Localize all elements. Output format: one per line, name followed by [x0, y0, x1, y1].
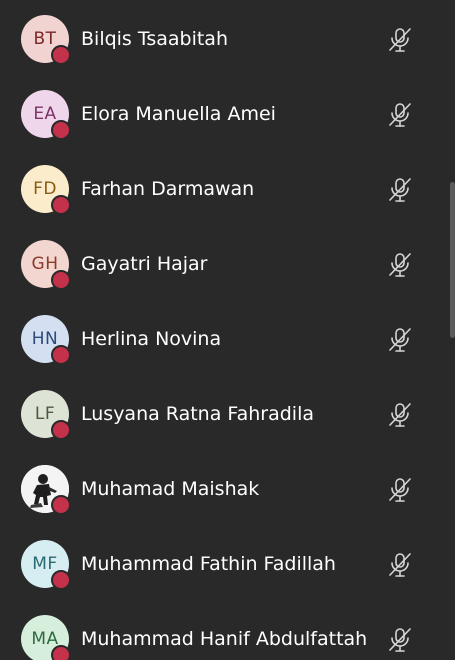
muted-mic-icon[interactable] — [387, 476, 413, 504]
participant-row[interactable]: LF Lusyana Ratna Fahradila — [0, 377, 448, 452]
participant-name: Herlina Novina — [81, 328, 222, 350]
muted-mic-icon[interactable] — [387, 401, 413, 429]
status-busy-icon — [51, 195, 71, 215]
status-busy-icon — [51, 570, 71, 590]
avatar-initials: MA — [31, 628, 59, 649]
participant-row[interactable]: MF Muhammad Fathin Fadillah — [0, 527, 448, 602]
participant-row[interactable]: HN Herlina Novina — [0, 302, 448, 377]
status-busy-icon — [51, 45, 71, 65]
muted-mic-icon[interactable] — [387, 626, 413, 654]
participant-name: Elora Manuella Amei — [81, 103, 276, 125]
participant-row[interactable]: Muhamad Maishak — [0, 452, 448, 527]
participant-name: Gayatri Hajar — [81, 253, 208, 275]
avatar-initials: FD — [33, 178, 57, 199]
status-busy-icon — [51, 345, 71, 365]
status-busy-icon — [51, 645, 71, 660]
avatar-initials: EA — [33, 103, 57, 124]
participant-list: BT Bilqis Tsaabitah EA Elora Manuella Am… — [0, 2, 448, 660]
participant-name: Lusyana Ratna Fahradila — [81, 403, 314, 425]
muted-mic-icon[interactable] — [387, 326, 413, 354]
participant-row[interactable]: GH Gayatri Hajar — [0, 227, 448, 302]
avatar-initials: LF — [34, 403, 56, 424]
participant-row[interactable]: FD Farhan Darmawan — [0, 152, 448, 227]
status-busy-icon — [51, 495, 71, 515]
avatar-initials: HN — [31, 328, 59, 349]
participants-panel: BT Bilqis Tsaabitah EA Elora Manuella Am… — [0, 0, 455, 660]
status-busy-icon — [51, 270, 71, 290]
avatar-initials: MF — [32, 553, 58, 574]
status-busy-icon — [51, 120, 71, 140]
participant-row[interactable]: BT Bilqis Tsaabitah — [0, 2, 448, 77]
participant-name: Muhammad Fathin Fadillah — [81, 553, 336, 575]
participant-name: Bilqis Tsaabitah — [81, 28, 228, 50]
participant-row[interactable]: EA Elora Manuella Amei — [0, 77, 448, 152]
participant-row[interactable]: MA Muhammad Hanif Abdulfattah — [0, 602, 448, 660]
muted-mic-icon[interactable] — [387, 101, 413, 129]
muted-mic-icon[interactable] — [387, 251, 413, 279]
status-busy-icon — [51, 420, 71, 440]
avatar-initials: GH — [31, 253, 59, 274]
avatar-initials: BT — [33, 28, 57, 49]
muted-mic-icon[interactable] — [387, 551, 413, 579]
scrollbar-thumb[interactable] — [450, 182, 455, 338]
participant-name: Farhan Darmawan — [81, 178, 255, 200]
muted-mic-icon[interactable] — [387, 26, 413, 54]
participant-name: Muhammad Hanif Abdulfattah — [81, 628, 368, 650]
participant-name: Muhamad Maishak — [81, 478, 260, 500]
muted-mic-icon[interactable] — [387, 176, 413, 204]
